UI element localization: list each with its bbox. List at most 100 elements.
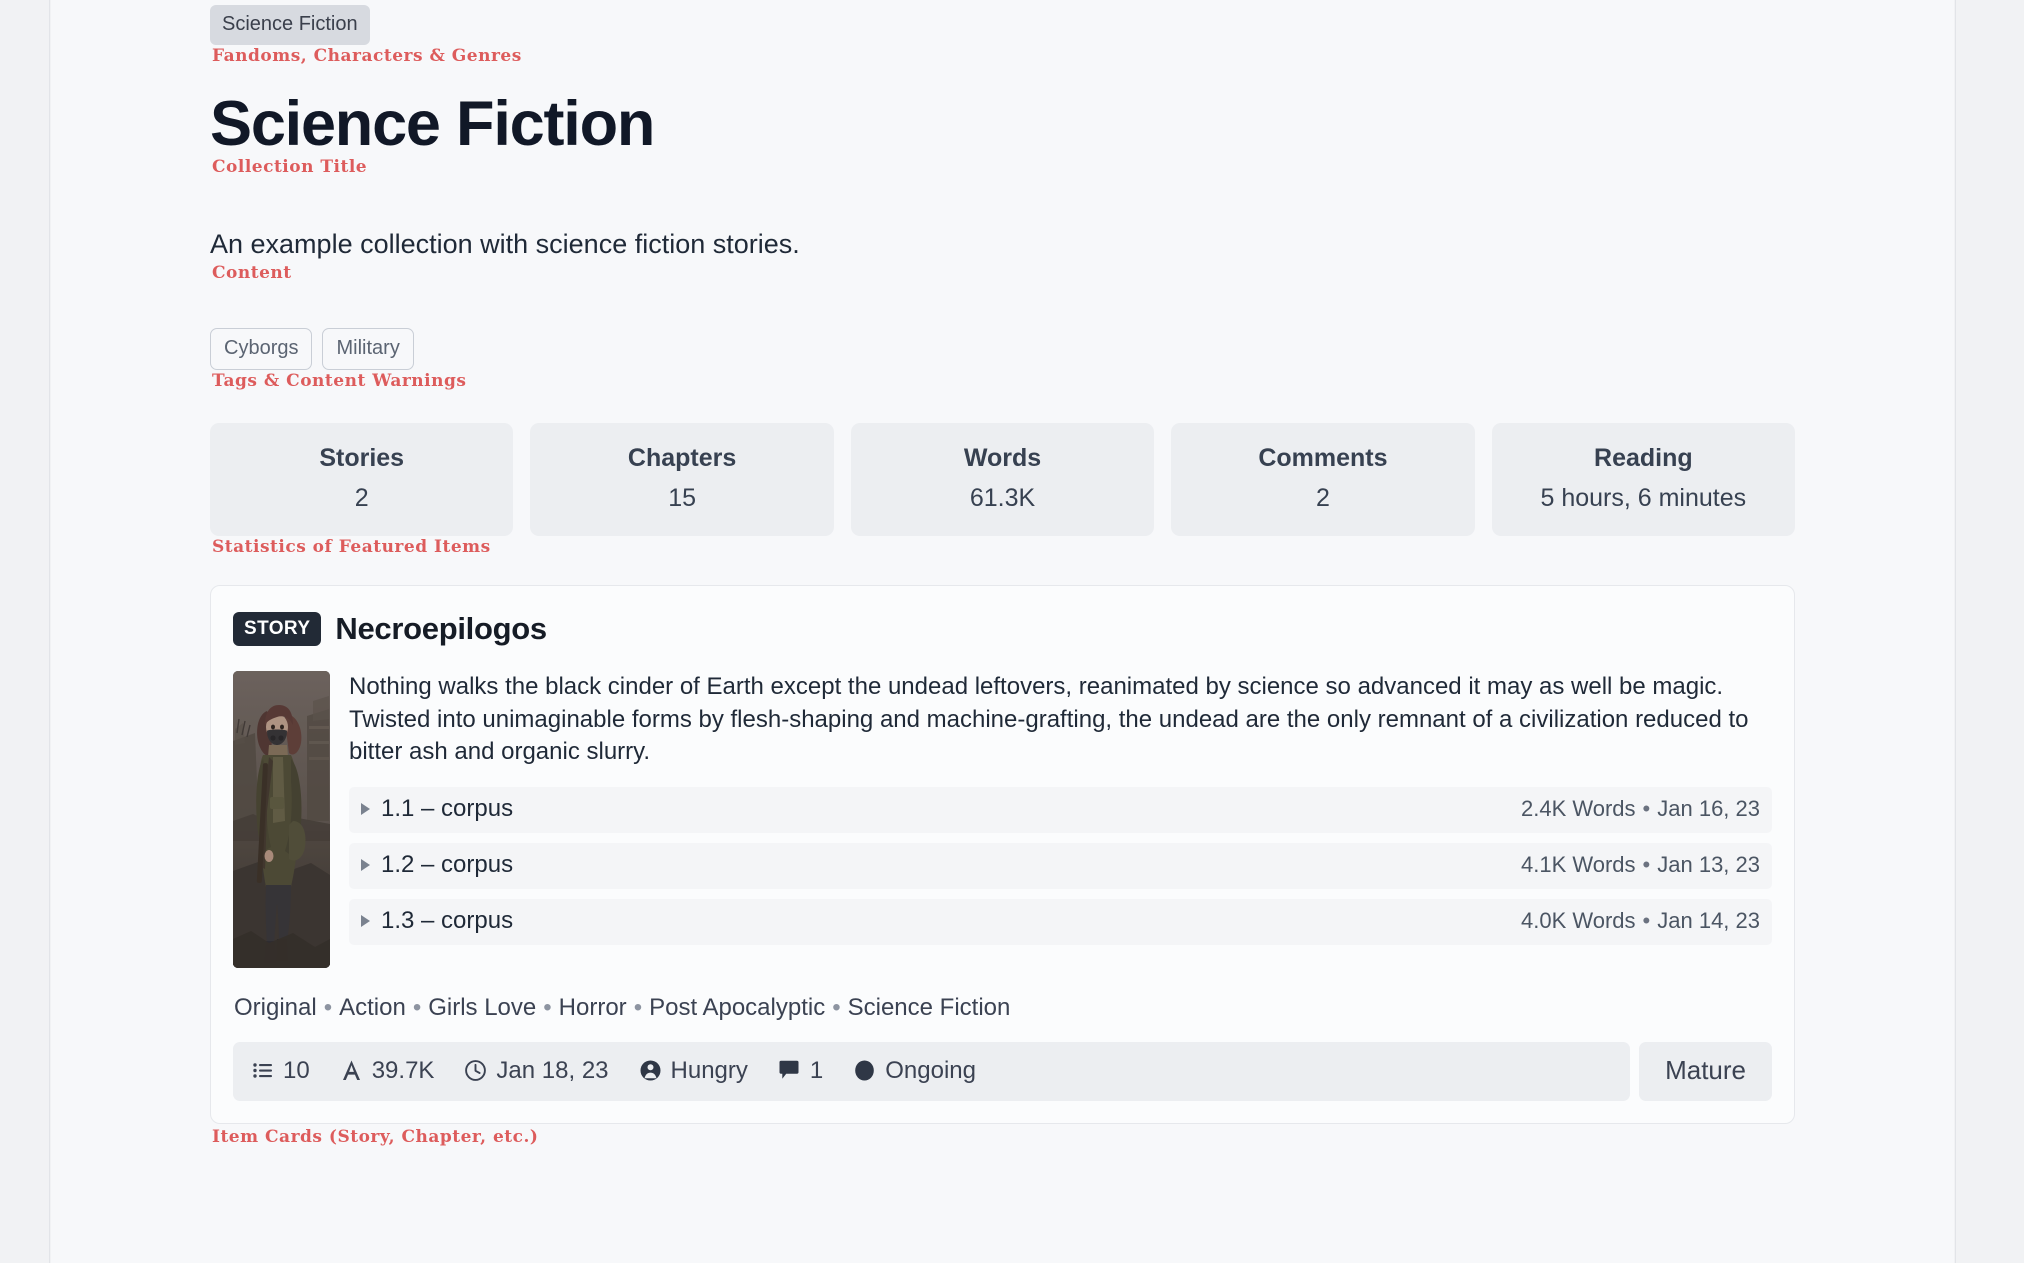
- chapter-words: 2.4K Words: [1521, 795, 1636, 821]
- stat-updated-date: Jan 18, 23: [464, 1056, 609, 1085]
- user-icon: [639, 1059, 662, 1082]
- stat-publication-status: Ongoing: [853, 1057, 976, 1085]
- fandom-chip-science-fiction[interactable]: Science Fiction: [210, 5, 370, 45]
- stat-value: Jan 18, 23: [496, 1056, 609, 1084]
- genre-list: Original • Action • Girls Love • Horror • Post A…: [233, 994, 1772, 1022]
- chevron-right-icon[interactable]: [361, 858, 370, 871]
- stat-words: Words 61.3K: [850, 423, 1155, 536]
- stat-value[interactable]: Hungry: [671, 1057, 748, 1085]
- stat-value: 1: [809, 1056, 824, 1084]
- genre-girls-love[interactable]: Girls Love: [428, 994, 536, 1021]
- stat-stories: Stories 2: [210, 423, 514, 536]
- stat-reading: Reading 5 hours, 6 minutes: [1491, 423, 1796, 536]
- annotation-tags: Tags & Content Warnings: [212, 371, 467, 391]
- stat-label: Comments: [1258, 444, 1388, 472]
- annotation-fandoms: Fandoms, Characters & Genres: [212, 46, 522, 66]
- item-card-details: Nothing walks the black cinder of Earth …: [349, 671, 1772, 968]
- content-rating-badge[interactable]: Mature: [1639, 1042, 1772, 1101]
- page-root: Science Fiction Fandoms, Characters & Ge…: [0, 0, 2024, 1263]
- cover-image[interactable]: [233, 671, 330, 968]
- genre-post-apocalyptic[interactable]: Post Apocalyptic: [649, 994, 825, 1021]
- stat-label: Reading: [1594, 444, 1693, 472]
- chapter-name[interactable]: 1.1 – corpus: [381, 795, 513, 823]
- item-card-header: STORY Necroepilogos: [233, 608, 1772, 647]
- stat-value: 39.7K: [371, 1056, 435, 1084]
- stat-chapter-count: 10: [251, 1057, 310, 1085]
- chevron-right-icon[interactable]: [361, 914, 370, 927]
- stat-value: 5 hours, 6 minutes: [1540, 483, 1747, 512]
- tag-row: Cyborgs Military: [210, 328, 1795, 370]
- statistics-block: Stories 2 Chapters 15 Words 61.3K Commen…: [210, 423, 1796, 557]
- stat-comment-count: 1: [778, 1057, 823, 1085]
- left-gutter: [0, 0, 50, 1263]
- page-content: Science Fiction Fandoms, Characters & Ge…: [51, 0, 1954, 1263]
- stat-label: Chapters: [627, 444, 737, 472]
- stat-author: Hungry: [639, 1057, 748, 1085]
- chapter-meta: 4.0K Words • Jan 14, 23: [1521, 908, 1760, 934]
- stat-value: Ongoing: [885, 1056, 976, 1084]
- chapter-name[interactable]: 1.3 – corpus: [381, 907, 513, 935]
- circle-status-icon: [853, 1059, 876, 1082]
- chapter-words: 4.0K Words: [1521, 907, 1636, 933]
- chapter-row[interactable]: 1.3 – corpus 4.0K Words • Jan 14, 23: [349, 898, 1772, 945]
- stat-word-count: 39.7K: [340, 1056, 435, 1085]
- genre-separator: •: [323, 994, 333, 1021]
- genre-separator: •: [412, 994, 422, 1021]
- stat-value: 2: [354, 483, 369, 512]
- collection-description-block: An example collection with science ficti…: [210, 228, 1795, 282]
- right-gutter: [1955, 0, 2024, 1263]
- chapter-name[interactable]: 1.2 – corpus: [381, 851, 513, 879]
- page-title: Science Fiction: [210, 89, 655, 159]
- chapter-row[interactable]: 1.2 – corpus 4.1K Words • Jan 13, 23: [349, 842, 1772, 889]
- chevron-right-icon[interactable]: [361, 802, 370, 815]
- meta-separator: •: [1642, 907, 1651, 933]
- chapter-date: Jan 14, 23: [1657, 907, 1760, 933]
- stat-value: 2: [1315, 483, 1330, 512]
- chapter-meta: 2.4K Words • Jan 16, 23: [1521, 796, 1760, 822]
- genre-original[interactable]: Original: [234, 994, 317, 1021]
- meta-separator: •: [1642, 851, 1651, 877]
- collection-title-block: Science Fiction Collection Title: [210, 92, 1795, 176]
- stat-value: 10: [283, 1056, 310, 1084]
- collection-description: An example collection with science ficti…: [210, 229, 800, 260]
- item-cards-block: STORY Necroepilogos Nothing walks the bl…: [210, 585, 1795, 1146]
- chapter-row[interactable]: 1.1 – corpus 2.4K Words • Jan 16, 23: [349, 786, 1772, 833]
- annotation-collection-title: Collection Title: [212, 157, 368, 178]
- stat-label: Words: [963, 444, 1042, 472]
- stat-label: Stories: [319, 444, 405, 472]
- fandom-chip-row: Science Fiction: [210, 0, 1795, 45]
- genre-horror[interactable]: Horror: [559, 994, 627, 1021]
- list-icon: [251, 1059, 274, 1082]
- genre-separator: •: [633, 994, 643, 1021]
- genre-separator: •: [832, 994, 841, 1021]
- item-stats-bar: 10 39.7K Jan 18, 23 Hungry 1 Ongoing: [233, 1042, 1631, 1101]
- item-synopsis: Nothing walks the black cinder of Earth …: [349, 673, 1749, 766]
- chapter-meta: 4.1K Words • Jan 13, 23: [1521, 852, 1760, 878]
- stat-value: 61.3K: [969, 483, 1036, 512]
- clock-icon: [464, 1059, 487, 1082]
- item-card-footer: 10 39.7K Jan 18, 23 Hungry 1 Ongoing Mat…: [233, 1042, 1772, 1123]
- chapter-list: 1.1 – corpus 2.4K Words • Jan 16, 23 1.2 –…: [349, 786, 1772, 945]
- statistics-row: Stories 2 Chapters 15 Words 61.3K Commen…: [210, 423, 1796, 536]
- annotation-statistics: Statistics of Featured Items: [212, 537, 491, 557]
- chapter-date: Jan 13, 23: [1657, 851, 1760, 877]
- story-kind-badge: STORY: [233, 612, 322, 646]
- item-card-necroepilogos[interactable]: STORY Necroepilogos Nothing walks the bl…: [210, 585, 1795, 1124]
- tags-block: Cyborgs Military Tags & Content Warnings: [210, 328, 1795, 390]
- genre-action[interactable]: Action: [339, 994, 406, 1021]
- tag-cyborgs[interactable]: Cyborgs: [210, 328, 313, 370]
- tag-military[interactable]: Military: [322, 328, 414, 370]
- letter-a-icon: [340, 1059, 363, 1082]
- stat-comments: Comments 2: [1171, 423, 1475, 536]
- stat-chapters: Chapters 15: [530, 423, 834, 536]
- annotation-content: Content: [212, 263, 292, 283]
- comment-icon: [778, 1059, 801, 1082]
- chapter-date: Jan 16, 23: [1657, 795, 1760, 821]
- meta-separator: •: [1642, 795, 1651, 821]
- item-card-body: Nothing walks the black cinder of Earth …: [233, 671, 1772, 968]
- annotation-item-cards: Item Cards (Story, Chapter, etc.): [212, 1127, 539, 1147]
- genre-separator: •: [543, 994, 552, 1021]
- stat-value: 15: [668, 483, 697, 512]
- item-title[interactable]: Necroepilogos: [335, 611, 547, 647]
- genre-science-fiction[interactable]: Science Fiction: [848, 994, 1011, 1021]
